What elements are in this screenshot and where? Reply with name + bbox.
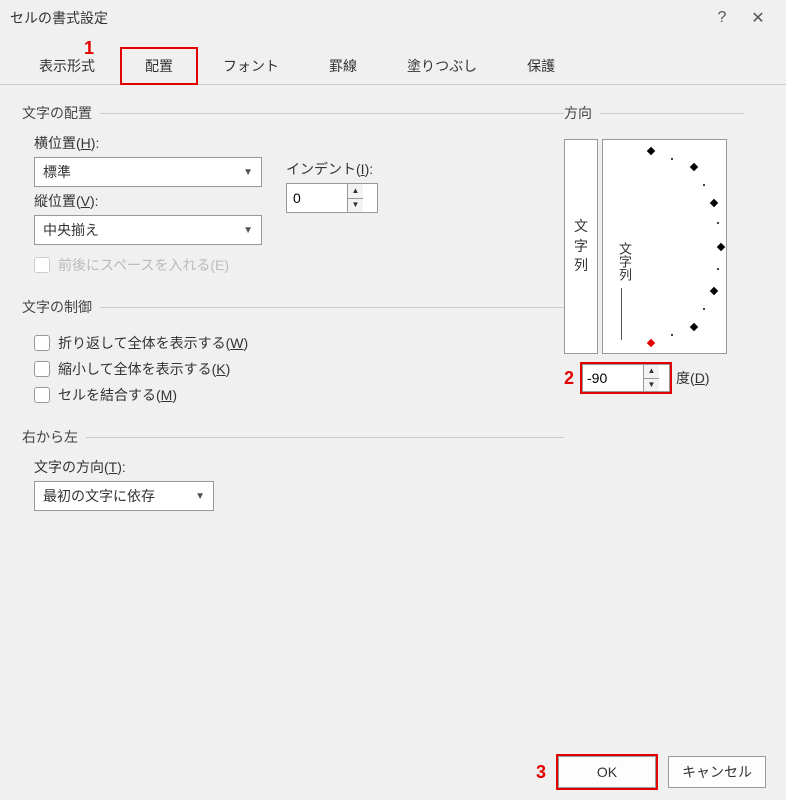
dot-icon <box>717 268 719 270</box>
indent-field[interactable] <box>287 184 347 212</box>
label-text-direction: 文字の方向(T): <box>34 457 564 477</box>
spin-down-icon[interactable]: ▼ <box>348 199 363 213</box>
group-text-control: 文字の制御 折り返して全体を表示する(W) 縮小して全体を表示する(K) セルを… <box>22 297 564 411</box>
legend-alignment: 文字の配置 <box>22 103 100 123</box>
label-horizontal: 横位置(H): <box>34 133 262 153</box>
dial-text-label: 文字列 <box>615 242 634 281</box>
annotation-2: 2 <box>564 368 574 389</box>
tab-border[interactable]: 罫線 <box>304 47 382 85</box>
indent-spinner[interactable]: ▲ ▼ <box>347 184 363 212</box>
label-shrink: 縮小して全体を表示する(K) <box>58 359 230 379</box>
chevron-down-icon: ▼ <box>243 225 253 236</box>
diamond-icon <box>710 287 718 295</box>
ok-button[interactable]: OK <box>558 756 656 788</box>
group-orientation: 方向 文 字 列 <box>564 103 744 392</box>
label-wrap: 折り返して全体を表示する(W) <box>58 333 248 353</box>
checkbox-shrink[interactable] <box>34 361 50 377</box>
checkbox-space <box>34 257 50 273</box>
spin-up-icon[interactable]: ▲ <box>348 184 363 199</box>
dot-icon <box>671 158 673 160</box>
legend-orientation: 方向 <box>564 103 600 123</box>
select-text-direction[interactable]: 最初の文字に依存 ▼ <box>34 481 214 511</box>
tab-display-format[interactable]: 表示形式 <box>14 47 120 85</box>
diamond-icon <box>690 163 698 171</box>
label-merge: セルを結合する(M) <box>58 385 177 405</box>
orientation-dial[interactable]: 文字列 <box>602 139 727 354</box>
chevron-down-icon: ▼ <box>243 167 253 178</box>
dot-icon <box>717 222 719 224</box>
label-indent: インデント(I): <box>286 159 378 179</box>
label-space: 前後にスペースを入れる(E) <box>58 255 229 275</box>
orientation-vertical-button[interactable]: 文 字 列 <box>564 139 598 354</box>
label-degrees: 度(D) <box>676 368 709 388</box>
diamond-icon <box>717 243 725 251</box>
help-button[interactable]: ? <box>704 9 740 27</box>
diamond-icon <box>647 147 655 155</box>
dot-icon <box>703 308 705 310</box>
close-button[interactable]: ✕ <box>740 8 776 28</box>
tab-bar: 表示形式 配置 フォント 罫線 塗りつぶし 保護 <box>0 46 786 85</box>
spin-down-icon[interactable]: ▼ <box>644 379 659 392</box>
dot-icon <box>671 334 673 336</box>
spin-up-icon[interactable]: ▲ <box>644 365 659 379</box>
diamond-icon <box>710 199 718 207</box>
degree-field[interactable] <box>583 365 643 391</box>
checkbox-merge[interactable] <box>34 387 50 403</box>
tab-font[interactable]: フォント <box>198 47 304 85</box>
chevron-down-icon: ▼ <box>195 491 205 502</box>
checkbox-wrap[interactable] <box>34 335 50 351</box>
input-indent[interactable]: ▲ ▼ <box>286 183 378 213</box>
dot-icon <box>703 184 705 186</box>
legend-text-control: 文字の制御 <box>22 297 100 317</box>
input-degrees[interactable]: ▲ ▼ <box>582 364 670 392</box>
tab-alignment[interactable]: 配置 <box>120 47 198 85</box>
cancel-button[interactable]: キャンセル <box>668 756 766 788</box>
group-alignment: 文字の配置 横位置(H): 標準 ▼ 縦位置(V): <box>22 103 564 281</box>
select-vertical[interactable]: 中央揃え ▼ <box>34 215 262 245</box>
label-vertical: 縦位置(V): <box>34 191 262 211</box>
dial-line <box>621 288 622 340</box>
window-title: セルの書式設定 <box>10 8 704 28</box>
diamond-selected-icon <box>647 339 655 347</box>
select-horizontal[interactable]: 標準 ▼ <box>34 157 262 187</box>
legend-rtl: 右から左 <box>22 427 86 447</box>
degree-spinner[interactable]: ▲ ▼ <box>643 365 659 391</box>
titlebar: セルの書式設定 ? ✕ <box>0 0 786 36</box>
group-rtl: 右から左 文字の方向(T): 最初の文字に依存 ▼ <box>22 427 564 515</box>
diamond-icon <box>690 323 698 331</box>
annotation-3: 3 <box>536 762 546 783</box>
tab-fill[interactable]: 塗りつぶし <box>382 47 502 85</box>
tab-protection[interactable]: 保護 <box>502 47 580 85</box>
